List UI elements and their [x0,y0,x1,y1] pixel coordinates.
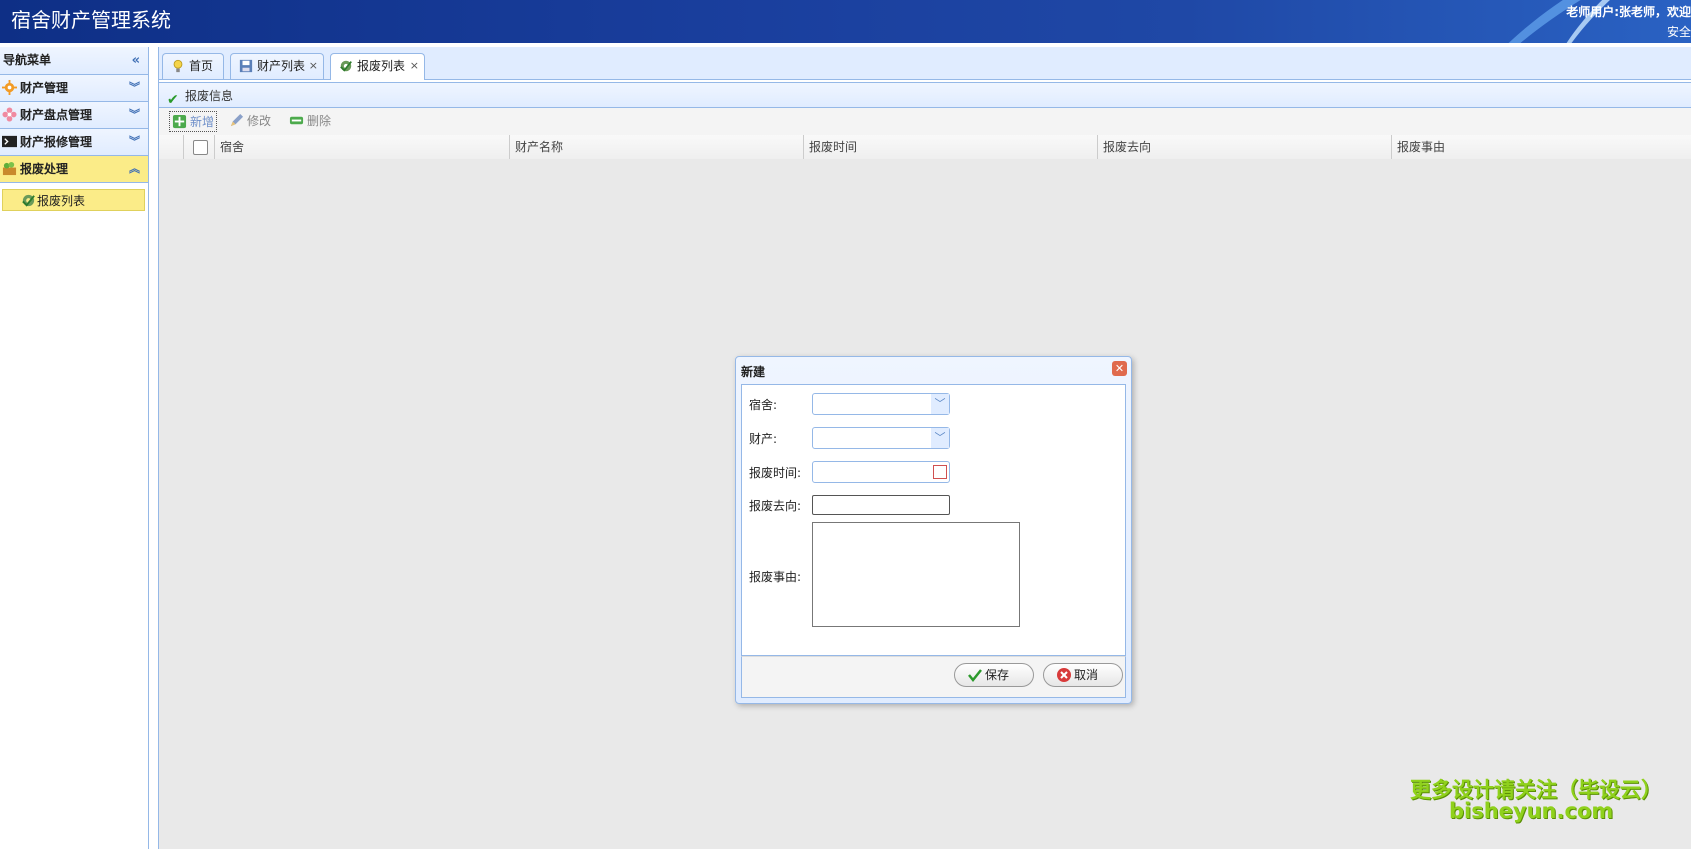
scrap-reason-textarea[interactable] [812,522,1020,627]
new-record-dialog: 新建 ✕ 宿舍: ﹀ 财产: ﹀ 报废时间: 报废去向: 报废事由: 保存 取消 [735,356,1132,704]
column-header-scrap-reason[interactable]: 报废事由 [1391,135,1686,159]
field-label-scrap-reason: 报废事由: [749,570,802,584]
dialog-title: 新建 [741,365,766,379]
add-button[interactable]: 新增 [169,111,218,132]
gear-check-icon [340,60,352,72]
save-button-label: 保存 [985,668,1010,682]
menu-group-label: 财产盘点管理 [20,108,93,122]
app-header: 宿舍财产管理系统 老师用户:张老师，欢迎 安全 [0,0,1691,43]
row-number-divider [183,135,189,159]
tab-scrap-list[interactable]: 报废列表 × [330,53,425,80]
cancel-button-label: 取消 [1074,668,1099,682]
tab-home[interactable]: 首页 [162,53,224,79]
panel-title: 报废信息 [185,89,234,103]
select-all-checkbox[interactable] [193,140,208,155]
field-label-dorm: 宿舍: [749,398,778,412]
menu-group-inventory-management[interactable]: 财产盘点管理 ︾ [0,102,148,129]
edit-button-label: 修改 [247,114,272,128]
add-icon [172,114,187,129]
field-label-scrap-time: 报废时间: [749,466,802,480]
tab-bar: 首页 财产列表 × 报废列表 × [159,47,1691,80]
tab-label: 报废列表 [357,59,406,73]
pencil-icon [230,113,244,127]
close-icon[interactable]: ✕ [1112,361,1127,376]
chevron-down-icon[interactable]: ﹀ [931,428,949,448]
menu-group-label: 财产报修管理 [20,135,93,149]
menu-group-asset-management[interactable]: 财产管理 ︾ [0,75,148,102]
dorm-select[interactable]: ﹀ [812,393,950,415]
scrap-time-datebox[interactable] [812,461,950,483]
chevron-down-icon[interactable]: ﹀ [931,394,949,414]
menu-group-label: 报废处理 [20,162,69,176]
column-header-scrap-destination[interactable]: 报废去向 [1097,135,1391,159]
sidebar: 导航菜单 « 财产管理 ︾ 财产盘点管理 ︾ 财产报修管理 ︾ 报废处理 ︽ 报… [0,47,149,849]
cancel-icon [1057,668,1071,682]
terminal-icon [2,135,17,148]
asset-select[interactable]: ﹀ [812,427,950,449]
chevron-down-icon: ︾ [129,135,140,148]
dialog-footer: 保存 取消 [741,656,1126,698]
chevron-down-icon: ︾ [129,108,140,121]
edit-button[interactable]: 修改 [227,111,271,131]
save-button[interactable]: 保存 [954,663,1034,687]
dialog-form: 宿舍: ﹀ 财产: ﹀ 报废时间: 报废去向: 报废事由: [741,384,1126,656]
chevron-up-icon: ︽ [129,162,140,175]
tab-asset-list[interactable]: 财产列表 × [230,53,324,79]
close-icon[interactable]: × [410,54,419,78]
scrap-destination-input[interactable] [812,495,950,515]
toolbar: 新增 修改 删除 [159,108,1691,136]
lightbulb-icon [173,59,183,73]
checkmark-icon [968,669,982,683]
app-title: 宿舍财产管理系统 [11,8,171,32]
field-label-scrap-destination: 报废去向: [749,499,802,513]
collapse-left-icon[interactable]: « [132,47,140,74]
panel-header: ✔ 报废信息 [159,82,1691,108]
cancel-button[interactable]: 取消 [1043,663,1123,687]
sidebar-item-scrap-list[interactable]: 报废列表 [2,189,145,211]
sidebar-header: 导航菜单 « [0,47,148,75]
column-header-dorm[interactable]: 宿舍 [214,135,509,159]
add-button-label: 新增 [190,115,215,129]
flower-icon [2,107,17,122]
delete-button-label: 删除 [307,114,332,128]
gear-icon [2,80,17,95]
chevron-down-icon: ︾ [129,81,140,94]
close-icon[interactable]: × [309,54,318,78]
user-greeting: 老师用户:张老师，欢迎 [1566,5,1691,19]
menu-group-repair-management[interactable]: 财产报修管理 ︾ [0,129,148,156]
watermark-url: bisheyun.com [1449,799,1614,823]
user-sub-link[interactable]: 安全 [1667,23,1691,40]
grid-header: 宿舍 财产名称 报废时间 报废去向 报废事由 [159,135,1691,160]
column-header-scrap-time[interactable]: 报废时间 [803,135,1097,159]
menu-group-label: 财产管理 [20,81,69,95]
remove-icon [289,116,304,125]
tab-label: 首页 [189,59,214,73]
gear-check-icon [22,194,35,207]
sidebar-item-label: 报废列表 [37,194,86,208]
sidebar-title: 导航菜单 [3,53,52,67]
column-header-asset-name[interactable]: 财产名称 [509,135,803,159]
calendar-icon[interactable] [933,465,947,479]
delete-button[interactable]: 删除 [287,111,331,131]
tab-label: 财产列表 [257,59,306,73]
basket-icon [2,161,17,176]
menu-group-scrap-processing[interactable]: 报废处理 ︽ [0,156,148,183]
save-icon [239,59,253,73]
field-label-asset: 财产: [749,432,778,446]
